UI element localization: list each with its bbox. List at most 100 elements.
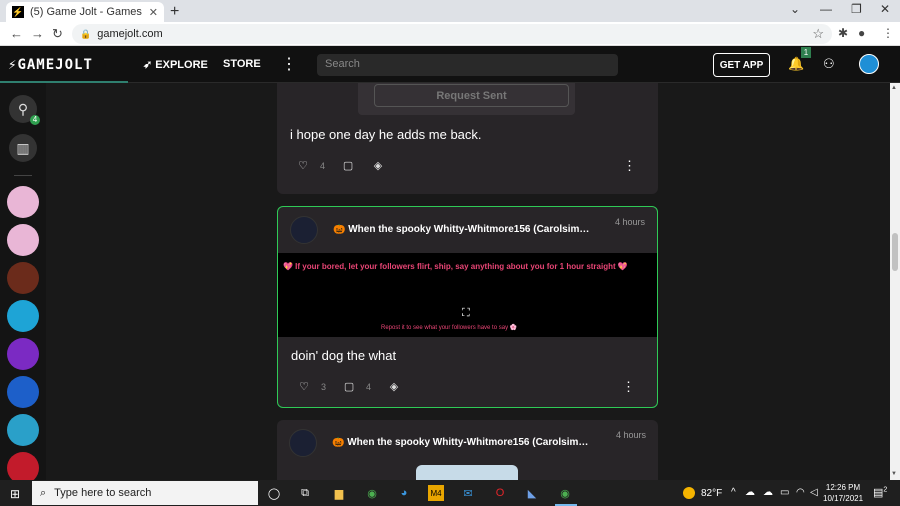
like-count: 3 [321, 381, 327, 392]
community-avatar-5[interactable] [7, 338, 39, 370]
minimize-button[interactable]: — [820, 2, 832, 16]
chrome-active-icon[interactable]: ◉ [557, 485, 573, 501]
post-text: doin' dog the what [291, 348, 397, 363]
file-explorer-icon[interactable]: ▆ [331, 485, 347, 501]
notification-center-icon[interactable]: ▤2 [873, 486, 887, 499]
friend-request-panel: Request Sent [358, 83, 575, 115]
post-actions: ♡ 4 ▢ ◈ [296, 159, 385, 172]
profile-icon[interactable]: ● [858, 26, 865, 40]
post-time: 4 hours [615, 430, 646, 440]
author-name[interactable]: 🎃 When the spooky Whitty-Whitmore156 (Ca… [333, 224, 593, 235]
page-scrollbar[interactable]: ▲ ▼ [890, 83, 900, 480]
friends-icon[interactable]: ⚇ [823, 56, 835, 72]
back-button[interactable]: ← [10, 26, 23, 41]
wifi-icon[interactable]: ◠ [796, 487, 805, 498]
game-jolt-logo[interactable]: ⚡GAMEJOLT [8, 57, 93, 73]
community-avatar-6[interactable] [7, 376, 39, 408]
expand-icon[interactable]: ⛶ [462, 307, 470, 320]
task-view-icon[interactable]: ⧉ [297, 485, 313, 501]
scroll-down-icon[interactable]: ▼ [891, 471, 897, 477]
comment-count: 4 [366, 381, 372, 392]
sticker-icon[interactable]: ◈ [387, 380, 401, 393]
community-avatar-2[interactable] [7, 224, 39, 256]
extensions-icon[interactable]: ✱ [838, 26, 848, 40]
community-avatar-7[interactable] [7, 414, 39, 446]
new-tab-button[interactable]: + [170, 3, 179, 21]
nav-explore[interactable]: ➶ EXPLORE [143, 58, 208, 71]
browser-toolbar: ← → ↻ 🔒 gamejolt.com ☆ ✱ ● ⋮ [0, 22, 900, 46]
restore-button[interactable]: ❐ [851, 2, 862, 16]
sidebar-divider [14, 175, 32, 176]
site-header: ⚡GAMEJOLT ➶ EXPLORE STORE ⋮ Search GET A… [0, 46, 900, 83]
feed-post: Request Sent i hope one day he adds me b… [277, 83, 658, 194]
library-icon[interactable]: ▥ [9, 134, 37, 162]
edge-icon[interactable]: ◕ [396, 485, 412, 501]
forward-button[interactable]: → [31, 26, 44, 41]
bell-icon[interactable]: 🔔 [788, 56, 804, 72]
get-app-button[interactable]: GET APP [713, 53, 770, 77]
browser-tab[interactable]: ⚡ (5) Game Jolt - Games for the lo ✕ [6, 2, 164, 22]
bookmark-star-icon[interactable]: ☆ [812, 26, 824, 42]
game-jolt-favicon-icon: ⚡ [12, 6, 24, 18]
post-actions: ♡ 3 ▢ 4 ◈ [297, 380, 401, 393]
tab-search-chevron-icon[interactable]: ⌄ [790, 2, 800, 16]
media-caption-top: 💖 If your bored, let your followers flir… [283, 262, 628, 271]
reload-button[interactable]: ↻ [52, 26, 63, 42]
opera-icon[interactable]: O [492, 485, 508, 501]
post-text: i hope one day he adds me back. [290, 127, 482, 142]
heart-icon[interactable]: ♡ [296, 159, 310, 172]
post-options-icon[interactable]: ⋮ [622, 379, 635, 395]
close-window-button[interactable]: ✕ [880, 2, 890, 16]
nav-store[interactable]: STORE [223, 58, 261, 70]
heart-icon[interactable]: ♡ [297, 380, 311, 393]
request-sent-button[interactable]: Request Sent [374, 84, 569, 107]
media-caption-bottom: Repost it to see what your followers hav… [381, 325, 518, 331]
address-bar[interactable]: 🔒 gamejolt.com ☆ [72, 24, 832, 44]
scroll-up-icon[interactable]: ▲ [891, 85, 897, 91]
app-icon[interactable]: ◣ [524, 485, 540, 501]
cloud-icon[interactable]: ☁ [763, 487, 773, 498]
onedrive-icon[interactable]: ☁ [745, 487, 755, 498]
close-tab-icon[interactable]: ✕ [149, 6, 158, 19]
community-avatar-4[interactable] [7, 300, 39, 332]
taskbar-search-input[interactable]: ⌕ Type here to search [32, 481, 258, 505]
community-avatar-1[interactable] [7, 186, 39, 218]
author-avatar[interactable] [290, 216, 318, 244]
community-avatar-3[interactable] [7, 262, 39, 294]
chrome-icon[interactable]: ◉ [364, 485, 380, 501]
activity-badge: 4 [30, 115, 40, 125]
post-media[interactable]: 💖 If your bored, let your followers flir… [278, 253, 657, 337]
battery-icon[interactable]: ▭ [780, 487, 789, 498]
taskbar-clock[interactable]: 12:26 PM 10/17/2021 [823, 482, 863, 504]
mail-icon[interactable]: ✉ [460, 485, 476, 501]
weather-widget[interactable]: 82°F [683, 487, 722, 499]
comment-icon[interactable]: ▢ [342, 380, 356, 393]
feed-post: 🎃 When the spooky Whitty-Whitmore156 (Ca… [277, 420, 658, 480]
post-media-thumbnail[interactable] [416, 465, 518, 480]
volume-icon[interactable]: ◁ [810, 487, 818, 498]
lock-icon: 🔒 [80, 28, 92, 39]
compass-icon: ➶ [143, 59, 153, 71]
more-menu-icon[interactable]: ⋮ [281, 54, 297, 74]
post-options-icon[interactable]: ⋮ [623, 158, 636, 174]
show-hidden-icons[interactable]: ^ [731, 487, 736, 498]
site-search-input[interactable]: Search [317, 54, 618, 76]
notification-badge: 1 [801, 47, 811, 58]
media-app-icon[interactable]: M4 [428, 485, 444, 501]
left-sidebar: ⚲ 4 ▥ [0, 83, 46, 484]
like-count: 4 [320, 160, 326, 171]
scrollbar-thumb[interactable] [892, 233, 898, 271]
feed-post: 🎃 When the spooky Whitty-Whitmore156 (Ca… [277, 206, 658, 408]
user-avatar[interactable] [859, 54, 879, 74]
search-icon: ⌕ [40, 486, 47, 499]
cortana-icon[interactable]: ◯ [266, 485, 282, 501]
activity-feed: Request Sent i hope one day he adds me b… [46, 83, 890, 480]
windows-start-icon[interactable]: ⊞ [10, 487, 20, 501]
author-avatar[interactable] [289, 429, 317, 457]
sticker-icon[interactable]: ◈ [371, 159, 385, 172]
author-name[interactable]: 🎃 When the spooky Whitty-Whitmore156 (Ca… [332, 437, 592, 448]
browser-menu-icon[interactable]: ⋮ [882, 26, 894, 40]
comment-icon[interactable]: ▢ [341, 159, 355, 172]
post-time: 4 hours [614, 217, 645, 227]
windows-taskbar: ⊞ ⌕ Type here to search ◯ ⧉ ▆ ◉ ◕ M4 ✉ O… [0, 480, 900, 506]
